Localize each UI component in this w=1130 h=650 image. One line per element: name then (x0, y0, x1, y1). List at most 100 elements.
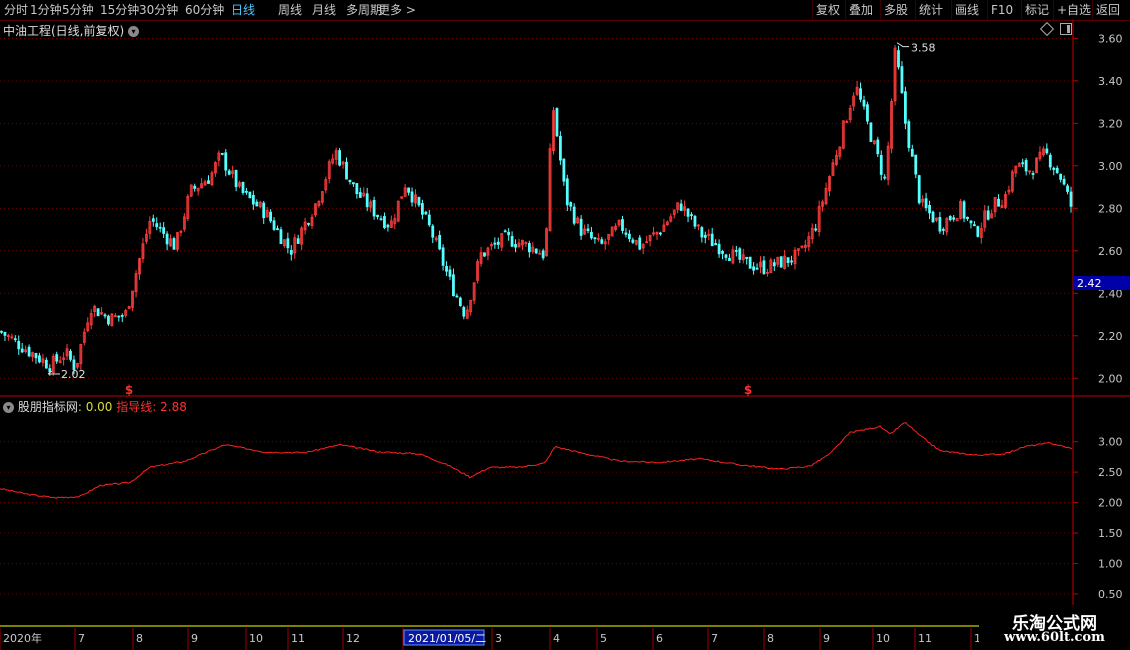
candle-body (1066, 185, 1069, 192)
indicator-y-tick-label: 1.00 (1098, 557, 1123, 570)
candle-body (1059, 173, 1063, 180)
candle-body (455, 295, 459, 298)
candle-body (752, 266, 755, 271)
candle-body (17, 341, 21, 350)
candle-body (224, 152, 228, 171)
candle-body (427, 214, 431, 226)
candle-body (703, 234, 707, 238)
date-cursor-label: 2021/01/05/二 (408, 632, 486, 645)
candle-body (876, 139, 880, 155)
x-tick-label: 11 (291, 632, 305, 645)
x-tick-label: 10 (876, 632, 890, 645)
candle-body (565, 178, 569, 206)
candle-body (790, 260, 793, 263)
candle-body (441, 247, 445, 266)
candle-body (938, 217, 942, 232)
candle-body (351, 182, 355, 185)
candle-body (969, 220, 973, 224)
x-tick-label: 6 (656, 632, 663, 645)
chart-area[interactable]: 2.002.202.402.602.803.003.203.403.600.50… (0, 0, 1130, 650)
candle-body (814, 228, 818, 231)
candle-body (514, 244, 517, 248)
y-tick-label: 3.40 (1098, 75, 1123, 88)
y-tick-label: 2.80 (1098, 202, 1123, 215)
candle-body (562, 158, 566, 182)
x-tick-label: 12 (346, 632, 360, 645)
candle-body (859, 88, 862, 100)
logo-url: www.60lt.com (1004, 630, 1105, 645)
candle-body (973, 224, 976, 227)
candle-body (1024, 160, 1028, 172)
candle-body (48, 368, 52, 373)
candle-body (383, 216, 386, 228)
x-tick-label: 11 (918, 632, 932, 645)
candle-body (555, 108, 559, 137)
candle-body (358, 192, 362, 198)
candle-body (700, 227, 704, 238)
y-tick-label: 3.60 (1098, 32, 1123, 45)
candle-body (245, 190, 248, 193)
high-price-label: 3.58 (911, 42, 936, 55)
candle-body (986, 210, 990, 220)
candle-body (624, 232, 628, 235)
candle-body (638, 237, 642, 250)
candle-body (420, 203, 424, 215)
x-tick-label: 9 (823, 632, 830, 645)
candle-body (44, 359, 48, 369)
candle-body (748, 256, 752, 269)
candle-body (883, 176, 887, 179)
candle-body (755, 267, 759, 270)
candle-body (165, 233, 169, 245)
candle-body (952, 217, 956, 220)
candle-body (772, 262, 776, 267)
indicator-y-tick-label: 0.50 (1098, 588, 1123, 601)
candle-body (600, 239, 604, 244)
candle-body (928, 205, 931, 214)
candle-body (348, 179, 352, 183)
candle-body (879, 155, 883, 175)
candle-body (227, 170, 231, 175)
candle-body (158, 226, 162, 229)
candle-body (34, 353, 38, 359)
candle-body (483, 252, 486, 257)
candle-body (276, 228, 279, 231)
candle-body (107, 315, 110, 325)
candle-body (721, 250, 724, 254)
candle-body (27, 346, 31, 357)
candle-body (1069, 191, 1073, 207)
candle-body (779, 256, 783, 268)
candlestick-series (0, 44, 1073, 376)
y-tick-label: 3.00 (1098, 160, 1123, 173)
y-tick-label: 2.00 (1098, 372, 1123, 385)
candle-body (507, 231, 511, 236)
candle-body (241, 181, 245, 194)
candle-body (559, 135, 562, 161)
candle-body (162, 227, 166, 234)
candle-body (679, 203, 683, 211)
candle-body (496, 241, 500, 245)
candle-body (193, 185, 197, 189)
candle-body (631, 239, 635, 243)
candle-body (1031, 173, 1035, 175)
watermark-logo: 乐淘公式网 www.60lt.com (979, 605, 1130, 650)
candle-body (586, 228, 590, 232)
candle-body (372, 199, 376, 217)
candle-body (1048, 154, 1052, 168)
x-tick-label: 9 (191, 632, 198, 645)
candle-body (714, 243, 718, 246)
candle-body (527, 243, 531, 253)
candle-body (20, 348, 24, 353)
dividend-marker: $ (744, 383, 752, 397)
indicator-y-tick-label: 1.50 (1098, 527, 1123, 540)
candle-body (904, 91, 907, 124)
candle-body (659, 232, 662, 235)
x-tick-label: 8 (136, 632, 143, 645)
candle-body (510, 236, 514, 247)
candle-body (690, 214, 693, 217)
candle-body (289, 249, 293, 255)
candle-body (279, 229, 283, 245)
x-tick-label: 5 (600, 632, 607, 645)
low-price-label: 2.02 (61, 368, 86, 381)
candle-body (976, 226, 980, 237)
candle-body (338, 150, 342, 166)
